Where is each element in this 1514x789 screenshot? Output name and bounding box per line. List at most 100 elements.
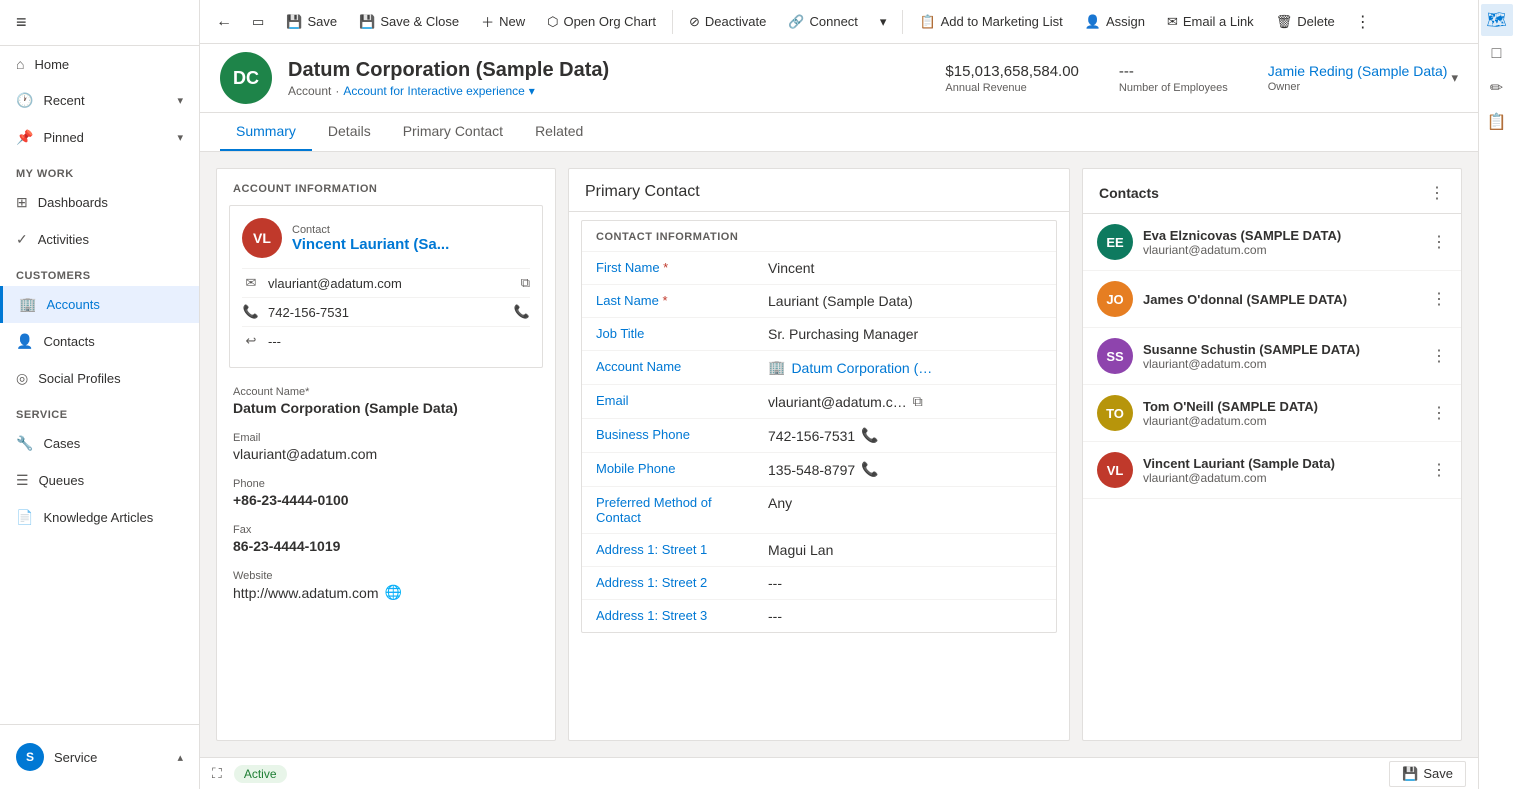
contacts-more-button[interactable]: ⋮ [1429,183,1445,203]
account-fax-label: Fax [233,524,539,536]
contacts-icon: 👤 [16,333,33,350]
statusbar-expand-icon[interactable]: ⛶ [212,765,222,782]
contact-to-more[interactable]: ⋮ [1431,403,1447,423]
ci-street3-value[interactable]: --- [768,608,1042,624]
owner-expand-icon[interactable]: ▾ [1451,70,1458,86]
email-copy-icon[interactable]: ⧉ [521,275,530,291]
more-button[interactable]: ⋮ [1347,7,1379,37]
contacts-header: Contacts ⋮ [1083,169,1461,214]
dropdown-button[interactable]: ▾ [870,9,897,35]
ci-bphone-value[interactable]: 742-156-7531 📞 [768,427,1042,444]
contact-email-row: ✉ vlauriant@adatum.com ⧉ [242,268,530,297]
sidebar-header: ≡ [0,0,199,46]
account-phone-value[interactable]: +86-23-4444-0100 [233,492,539,508]
org-chart-label: Open Org Chart [563,14,656,29]
social-label: Social Profiles [38,371,120,386]
bphone-icon[interactable]: 📞 [861,427,878,444]
new-button[interactable]: ＋ New [471,7,535,36]
connect-button[interactable]: 🔗 Connect [778,9,868,35]
tab-related[interactable]: Related [519,113,599,151]
connect-label: Connect [809,14,857,29]
note-action-button[interactable]: □ [1481,38,1513,70]
sidebar-nav-queues[interactable]: ☰ Queues [0,462,199,499]
email-copy-btn[interactable]: ⧉ [913,393,923,410]
contact-email: vlauriant@adatum.com [268,276,402,291]
sidebar-nav-accounts[interactable]: 🏢 Accounts [0,286,199,323]
sidebar-nav-contacts[interactable]: 👤 Contacts [0,323,199,360]
doc-action-button[interactable]: 📋 [1481,106,1513,138]
contact-extra: --- [268,334,281,349]
marketing-button[interactable]: 📋 Add to Marketing List [909,9,1072,35]
list-item[interactable]: EE Eva Elznicovas (SAMPLE DATA) vlaurian… [1083,214,1461,271]
contact-ss-more[interactable]: ⋮ [1431,346,1447,366]
hamburger-icon[interactable]: ≡ [16,12,27,33]
view-button[interactable]: ▭ [242,9,274,35]
mphone-icon[interactable]: 📞 [861,461,878,478]
list-item[interactable]: JO James O'donnal (SAMPLE DATA) ⋮ [1083,271,1461,328]
annual-revenue-label: Annual Revenue [945,82,1078,94]
breadcrumb-subtype[interactable]: Account for Interactive experience [343,84,524,98]
last-name-value[interactable]: Lauriant (Sample Data) [768,293,1042,309]
list-item[interactable]: VL Vincent Lauriant (Sample Data) vlauri… [1083,442,1461,499]
account-email-value[interactable]: vlauriant@adatum.com [233,446,539,462]
save-label: Save [307,14,337,29]
org-chart-button[interactable]: ⬡ Open Org Chart [537,9,666,35]
sidebar-nav-cases[interactable]: 🔧 Cases [0,425,199,462]
edit-action-button[interactable]: ✏ [1481,72,1513,104]
breadcrumb-chevron[interactable]: ▾ [529,84,535,98]
website-text: http://www.adatum.com [233,585,379,601]
sidebar-nav-activities[interactable]: ✓ Activities [0,221,199,258]
sidebar-nav-recent[interactable]: 🕐 Recent ▾ [0,82,199,119]
first-name-value[interactable]: Vincent [768,260,1042,276]
account-website-value[interactable]: http://www.adatum.com 🌐 [233,584,539,601]
sidebar-nav-pinned[interactable]: 📌 Pinned ▾ [0,119,199,156]
toolbar-divider-2 [902,10,903,34]
ci-mphone-value[interactable]: 135-548-8797 📞 [768,461,1042,478]
tab-details[interactable]: Details [312,113,387,151]
ci-street1-value[interactable]: Magui Lan [768,542,1042,558]
ci-mobile-phone: Mobile Phone 135-548-8797 📞 [582,452,1056,486]
list-item[interactable]: TO Tom O'Neill (SAMPLE DATA) vlauriant@a… [1083,385,1461,442]
sidebar-nav-dashboards[interactable]: ⊞ Dashboards [0,184,199,221]
sidebar-nav-knowledge[interactable]: 📄 Knowledge Articles [0,499,199,536]
sidebar-bottom-service[interactable]: S Service ▴ [0,733,199,781]
marketing-icon: 📋 [919,14,935,30]
contact-vl-more[interactable]: ⋮ [1431,460,1447,480]
ci-preferred-value[interactable]: Any [768,495,1042,511]
status-badge: Active [234,765,287,783]
ci-email-value[interactable]: vlauriant@adatum.c… ⧉ [768,393,1042,410]
deactivate-button[interactable]: ⊘ Deactivate [679,9,776,35]
annual-revenue-value: $15,013,658,584.00 [945,63,1078,80]
website-icon: 🌐 [385,584,402,601]
save-button[interactable]: 💾 Save [276,9,347,35]
ci-account-value[interactable]: 🏢 Datum Corporation (… [768,359,1042,376]
sidebar-nav-social[interactable]: ◎ Social Profiles [0,360,199,397]
delete-button[interactable]: 🗑 Delete [1266,9,1345,35]
assign-button[interactable]: 👤 Assign [1075,9,1155,35]
toolbar: ← ▭ 💾 Save 💾 Save & Close ＋ New ⬡ Open O… [200,0,1478,44]
save-close-button[interactable]: 💾 Save & Close [349,9,469,35]
phone-action-icon[interactable]: 📞 [514,304,530,320]
contact-ee-more[interactable]: ⋮ [1431,232,1447,252]
account-fax-value[interactable]: 86-23-4444-1019 [233,538,539,554]
record-header: DC Datum Corporation (Sample Data) Accou… [200,44,1478,113]
owner-name[interactable]: Jamie Reding (Sample Data) [1268,63,1448,79]
annual-revenue-meta: $15,013,658,584.00 Annual Revenue [945,63,1078,94]
tab-primary-contact[interactable]: Primary Contact [387,113,519,151]
sidebar: ≡ ⌂ Home 🕐 Recent ▾ 📌 Pinned ▾ My Work ⊞… [0,0,200,789]
statusbar-save-button[interactable]: 💾 Save [1389,761,1466,787]
tab-summary[interactable]: Summary [220,113,312,151]
account-info-title: ACCOUNT INFORMATION [217,169,555,205]
ci-street2-value[interactable]: --- [768,575,1042,591]
sidebar-nav-home[interactable]: ⌂ Home [0,46,199,82]
list-item[interactable]: SS Susanne Schustin (SAMPLE DATA) vlauri… [1083,328,1461,385]
ci-last-name: Last Name Lauriant (Sample Data) [582,284,1056,317]
back-button[interactable]: ← [208,8,240,36]
contact-vl-email: vlauriant@adatum.com [1143,471,1421,485]
job-title-value[interactable]: Sr. Purchasing Manager [768,326,1042,342]
email-link-button[interactable]: ✉ Email a Link [1157,9,1264,35]
account-name-value[interactable]: Datum Corporation (Sample Data) [233,400,539,416]
contact-card-name[interactable]: Vincent Lauriant (Sa... [292,236,530,253]
contact-jo-more[interactable]: ⋮ [1431,289,1447,309]
map-action-button[interactable]: 🗺 [1481,4,1513,36]
